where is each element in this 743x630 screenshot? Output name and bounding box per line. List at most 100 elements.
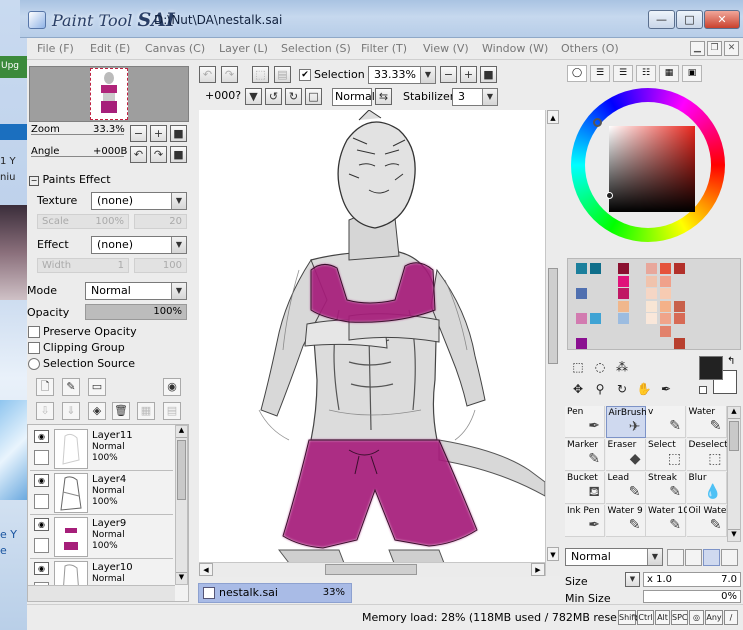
rotate-tool-icon[interactable]: ↻ — [613, 380, 631, 398]
zoom-out-button[interactable]: − — [130, 125, 147, 142]
color-swatch[interactable] — [576, 288, 587, 299]
color-swatch[interactable] — [646, 263, 657, 274]
color-wheel-tab-icon[interactable]: ◯ — [567, 65, 587, 82]
navigator-thumbnail[interactable] — [90, 68, 128, 120]
size-dropdown-icon[interactable]: ▼ — [625, 572, 640, 587]
preserve-opacity-checkbox[interactable] — [28, 326, 40, 338]
pen-pressure-icon[interactable]: ∕ — [724, 610, 738, 625]
brush-tool-deselect[interactable]: Deselect ⬚ — [686, 439, 728, 471]
flip-horizontal-icon[interactable]: ⇆ — [375, 88, 392, 105]
rotate-cw-icon[interactable]: ↻ — [285, 88, 302, 105]
magic-wand-icon[interactable]: ⁂ — [613, 358, 631, 376]
brush-tool-pen[interactable]: Pen ✒ — [565, 406, 605, 438]
color-swatch[interactable] — [576, 313, 587, 324]
color-swatch[interactable] — [660, 313, 671, 324]
hue-cursor[interactable] — [593, 118, 602, 127]
color-swatch[interactable] — [674, 338, 685, 349]
ctrl-key-indicator[interactable]: Ctrl — [637, 610, 654, 625]
color-swatch[interactable] — [646, 288, 657, 299]
hsv-slider-tab-icon[interactable]: ☰ — [613, 65, 633, 82]
zoom-slider[interactable] — [31, 126, 124, 135]
color-swatch[interactable] — [674, 288, 685, 299]
eye-icon[interactable]: ◉ — [34, 518, 49, 531]
delete-layer-icon[interactable]: 🗑 — [112, 402, 130, 420]
color-swatch[interactable] — [618, 313, 629, 324]
mdi-minimize-icon[interactable]: ▁ — [690, 41, 705, 56]
layer-list-scrollbar[interactable]: ▲ ▼ — [175, 425, 188, 585]
color-swatch[interactable] — [646, 326, 657, 337]
redo-icon[interactable]: ↷ — [221, 66, 238, 83]
color-swatch[interactable] — [632, 263, 643, 274]
hand-icon[interactable]: ✋ — [635, 380, 653, 398]
color-swatch[interactable] — [632, 326, 643, 337]
color-swatch[interactable] — [576, 338, 587, 349]
color-swatch[interactable] — [646, 300, 657, 312]
rotation-dropdown-icon[interactable]: ▼ — [245, 88, 262, 105]
color-swatch[interactable] — [646, 275, 657, 287]
layer-lock-checkbox[interactable] — [34, 494, 49, 509]
color-swatch[interactable] — [604, 313, 615, 324]
brush-shape-soft-icon[interactable] — [667, 549, 684, 566]
brush-tool-airbrush[interactable]: AirBrush ✈ — [605, 406, 647, 438]
color-swatch[interactable] — [646, 313, 657, 324]
color-swatch[interactable] — [576, 263, 587, 274]
paints-effect-header[interactable]: − Paints Effect — [29, 173, 111, 186]
eye-icon[interactable]: ◉ — [34, 562, 49, 575]
minimize-button[interactable]: — — [648, 10, 675, 29]
brush-scroll-thumb[interactable] — [729, 421, 739, 451]
color-swatch[interactable] — [618, 275, 629, 287]
brush-shape-medium-icon[interactable] — [685, 549, 702, 566]
brush-shape-square-icon[interactable] — [721, 549, 738, 566]
invert-selection-icon[interactable]: ▤ — [274, 66, 291, 83]
menu-canvas[interactable]: Canvas (C) — [145, 42, 205, 55]
layer-row[interactable]: ◉ Layer9 Normal 100% — [30, 515, 173, 559]
color-swatch[interactable] — [618, 263, 629, 274]
color-swatch[interactable] — [590, 263, 601, 274]
deselect-icon[interactable]: ⬚ — [252, 66, 269, 83]
color-swatch[interactable] — [632, 313, 643, 324]
menu-layer[interactable]: Layer (L) — [219, 42, 268, 55]
mdi-close-icon[interactable]: ✕ — [724, 41, 739, 56]
color-swatch[interactable] — [632, 338, 643, 349]
color-swatch[interactable] — [604, 263, 615, 274]
size-slider[interactable]: x 1.0 7.0 — [643, 572, 741, 587]
scroll-left-icon[interactable]: ◀ — [199, 563, 213, 576]
layer-lock-checkbox[interactable] — [34, 538, 49, 553]
new-linework-layer-icon[interactable]: ✎ — [62, 378, 80, 396]
color-swatch[interactable] — [674, 263, 685, 274]
scratchpad-tab-icon[interactable]: ▣ — [682, 65, 702, 82]
color-swatch[interactable] — [674, 276, 685, 287]
brush-tool-water-9[interactable]: Water 9 ✎ — [605, 505, 646, 537]
opacity-slider[interactable]: 100% — [85, 304, 187, 320]
close-button[interactable]: ✕ — [704, 10, 740, 29]
clipping-group-checkbox[interactable] — [28, 342, 40, 354]
brush-tool-marker[interactable]: Marker ✎ — [565, 439, 605, 471]
zoom-in-button[interactable]: + — [150, 125, 167, 142]
color-swatch[interactable] — [660, 275, 671, 287]
layer-list-hscrollbar[interactable] — [28, 585, 175, 601]
eye-icon[interactable]: ◉ — [34, 430, 49, 443]
rotate-ccw-icon[interactable]: ↺ — [265, 88, 282, 105]
brush-tool-eraser[interactable]: Eraser ◆ — [605, 439, 646, 471]
brush-tool-water[interactable]: Water ✎ — [686, 406, 727, 438]
min-size-slider[interactable]: 0% — [643, 590, 741, 603]
brush-tool-streak[interactable]: Streak ✎ — [646, 472, 686, 504]
swatches-tab-icon[interactable]: ▦ — [659, 65, 679, 82]
scroll-down-icon[interactable]: ▼ — [176, 572, 187, 584]
color-swatch[interactable] — [660, 288, 671, 299]
color-swatch[interactable] — [590, 326, 601, 337]
color-swatch[interactable] — [590, 338, 601, 349]
menu-selection[interactable]: Selection (S) — [281, 42, 351, 55]
sv-cursor[interactable] — [606, 192, 613, 199]
color-swatch[interactable] — [674, 313, 685, 324]
space-key-indicator[interactable]: SPC — [671, 610, 688, 625]
color-swatch[interactable] — [618, 338, 629, 349]
rgb-slider-tab-icon[interactable]: ☰ — [590, 65, 610, 82]
blend-mode-select[interactable]: Normal — [332, 88, 375, 106]
undo-icon[interactable]: ↶ — [199, 66, 216, 83]
foreground-color-chip[interactable] — [699, 356, 723, 380]
canvas-vscroll-thumb[interactable] — [548, 268, 558, 364]
canvas-horizontal-scrollbar[interactable]: ◀ ▶ — [199, 562, 545, 577]
swap-colors-icon[interactable]: ↰ — [727, 356, 735, 367]
rectangle-select-icon[interactable]: ⬚ — [569, 358, 587, 376]
